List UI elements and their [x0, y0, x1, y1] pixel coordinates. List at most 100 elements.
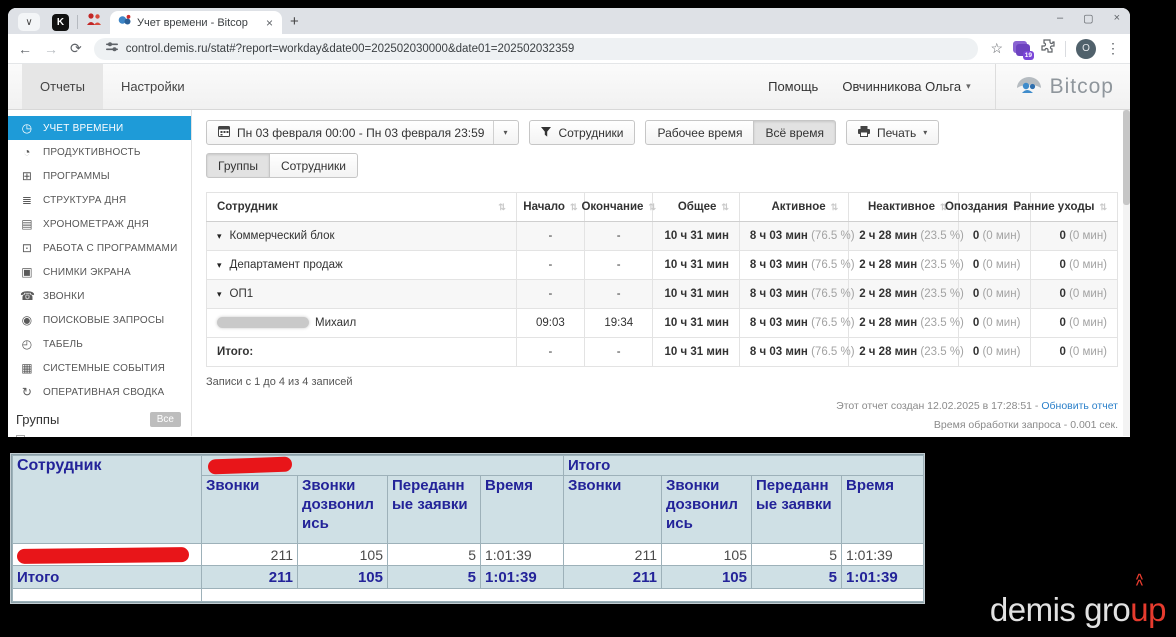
- cell-employee: ▾ Департамент продаж: [207, 251, 517, 280]
- sidebar-item-label: ТАБЕЛЬ: [43, 339, 83, 350]
- view-tab-employees[interactable]: Сотрудники: [269, 153, 358, 178]
- sidebar-item-app-usage[interactable]: ⊡ РАБОТА С ПРОГРАММАМИ: [8, 236, 191, 260]
- minimize-icon[interactable]: –: [1057, 12, 1063, 25]
- sidebar-item-calls[interactable]: ☎ ЗВОНКИ: [8, 284, 191, 308]
- new-tab-button[interactable]: +: [290, 13, 299, 30]
- col-start[interactable]: Начало⇅: [516, 193, 584, 222]
- extensions-puzzle-icon[interactable]: [1041, 39, 1055, 58]
- employees-filter-button[interactable]: Сотрудники: [529, 120, 635, 145]
- profile-avatar[interactable]: O: [1076, 39, 1096, 59]
- sidebar-item-day-timeline[interactable]: ▤ ХРОНОМЕТРАЖ ДНЯ: [8, 212, 191, 236]
- back-icon[interactable]: ←: [18, 41, 32, 57]
- sidebar-item-live-summary[interactable]: ↻ ОПЕРАТИВНАЯ СВОДКА: [8, 380, 191, 404]
- groups-all-button[interactable]: Все: [150, 412, 181, 427]
- cell-end: -: [585, 251, 653, 280]
- monitor-icon: ⊞: [20, 169, 34, 183]
- camera-icon: ▣: [20, 265, 34, 279]
- tab-close-icon[interactable]: ×: [263, 16, 276, 30]
- bookmark-star-icon[interactable]: ☆: [990, 40, 1003, 57]
- scrollbar-track[interactable]: [1123, 110, 1130, 436]
- nav-tab-reports[interactable]: Отчеты: [22, 64, 103, 109]
- cell-total: 10 ч 31 мин: [653, 251, 740, 280]
- cell-late: 0 (0 мин): [958, 280, 1031, 309]
- refresh-report-link[interactable]: Обновить отчет: [1041, 400, 1118, 412]
- reload-icon[interactable]: ⟳: [70, 40, 82, 57]
- help-link[interactable]: Помощь: [768, 79, 818, 94]
- nav-tab-settings[interactable]: Настройки: [103, 64, 203, 109]
- calendar-icon: ▦: [20, 361, 34, 375]
- url-text: control.demis.ru/stat#?report=workday&da…: [126, 43, 575, 55]
- sidebar-item-system-events[interactable]: ▦ СИСТЕМНЫЕ СОБЫТИЯ: [8, 356, 191, 380]
- checkbox-icon[interactable]: [16, 435, 25, 437]
- work-time-button[interactable]: Рабочее время: [645, 120, 754, 145]
- group-name[interactable]: ОП1: [230, 288, 254, 300]
- table-header-row: Сотрудник⇅ Начало⇅ Окончание⇅ Общее⇅ Акт…: [207, 193, 1118, 222]
- view-tab-groups[interactable]: Группы: [206, 153, 270, 178]
- collapse-caret-icon[interactable]: ▾: [217, 289, 222, 299]
- subcol-leads: Переданные заявки: [388, 476, 481, 544]
- group-name[interactable]: Коммерческий блок: [230, 230, 335, 242]
- subcol-answered: Звонки дозвонились: [298, 476, 388, 544]
- forward-icon[interactable]: →: [44, 41, 58, 57]
- print-button[interactable]: Печать ▾: [846, 120, 939, 145]
- col-early-leave[interactable]: Ранние уходы⇅: [1031, 193, 1118, 222]
- table-footer: Записи с 1 до 4 из 4 записей Этот отчет …: [206, 376, 1118, 435]
- browser-tab-active[interactable]: Учет времени - Bitcop ×: [110, 11, 282, 34]
- employee-name[interactable]: Михаил: [315, 317, 356, 329]
- tab-search-button[interactable]: ∨: [18, 13, 40, 31]
- address-bar[interactable]: control.demis.ru/stat#?report=workday&da…: [94, 38, 979, 60]
- all-time-button[interactable]: Всё время: [753, 120, 835, 145]
- user-name: Овчинникова Ольга: [842, 79, 961, 94]
- cell-value: 1:01:39: [481, 566, 564, 589]
- sidebar-item-label: ХРОНОМЕТРАЖ ДНЯ: [43, 219, 149, 230]
- refresh-icon: ↻: [20, 385, 34, 399]
- printer-icon: [858, 126, 870, 140]
- sidebar-item-label: УЧЕТ ВРЕМЕНИ: [43, 123, 123, 134]
- pinned-tab-red[interactable]: [84, 14, 104, 31]
- cell-end: -: [585, 280, 653, 309]
- col-employee[interactable]: Сотрудник⇅: [207, 193, 517, 222]
- bitcop-eye-icon: [1014, 73, 1044, 100]
- calls-col-employee: Сотрудник: [13, 456, 202, 544]
- date-range-label: Пн 03 февраля 00:00 - Пн 03 февраля 23:5…: [237, 126, 484, 140]
- cell-employee-redacted: [13, 544, 202, 566]
- logo-gray-text: demis gro: [990, 591, 1130, 628]
- cell-value: 5: [752, 544, 842, 566]
- sidebar-item-programs[interactable]: ⊞ ПРОГРАММЫ: [8, 164, 191, 188]
- sidebar-item-search-queries[interactable]: ◉ ПОИСКОВЫЕ ЗАПРОСЫ: [8, 308, 191, 332]
- screenshot-canvas: ∨ K Учет времени - Bitcop × + – ▢ ×: [0, 0, 1176, 637]
- collapse-caret-icon[interactable]: ▾: [217, 231, 222, 241]
- col-inactive[interactable]: Неактивное⇅: [849, 193, 958, 222]
- cell-inactive: 2 ч 28 мин (23.5 %): [849, 280, 958, 309]
- report-content: Пн 03 февраля 00:00 - Пн 03 февраля 23:5…: [192, 110, 1130, 436]
- col-total[interactable]: Общее⇅: [653, 193, 740, 222]
- sidebar-item-day-structure[interactable]: ≣ СТРУКТУРА ДНЯ: [8, 188, 191, 212]
- site-settings-icon[interactable]: [106, 40, 118, 58]
- date-range-button[interactable]: Пн 03 февраля 00:00 - Пн 03 февраля 23:5…: [206, 120, 519, 145]
- col-end[interactable]: Окончание⇅: [585, 193, 653, 222]
- extension-icon[interactable]: 19: [1013, 41, 1031, 57]
- sidebar-item-productivity[interactable]: ◔ ПРОДУКТИВНОСТЬ: [8, 140, 191, 164]
- clock-icon: ◴: [20, 337, 34, 351]
- group-name[interactable]: Департамент продаж: [230, 259, 343, 271]
- window-controls: – ▢ ×: [1057, 12, 1120, 25]
- sidebar-item-timesheet[interactable]: ◴ ТАБЕЛЬ: [8, 332, 191, 356]
- user-menu[interactable]: Овчинникова Ольга ▾: [842, 79, 970, 94]
- sidebar-item-time-tracking[interactable]: ◷ УЧЕТ ВРЕМЕНИ: [8, 116, 191, 140]
- pinned-tab-k[interactable]: K: [52, 14, 69, 31]
- cell-total: 10 ч 31 мин: [653, 338, 740, 367]
- date-dropdown[interactable]: ▾: [493, 121, 507, 144]
- sidebar-item-screenshots[interactable]: ▣ СНИМКИ ЭКРАНА: [8, 260, 191, 284]
- scrollbar-thumb[interactable]: [1123, 110, 1130, 205]
- browser-menu-icon[interactable]: ⋮: [1106, 40, 1120, 57]
- cell-active: 8 ч 03 мин (76.5 %): [739, 338, 848, 367]
- close-icon[interactable]: ×: [1114, 12, 1120, 25]
- cell-value: 211: [564, 566, 662, 589]
- collapse-caret-icon[interactable]: ▾: [217, 260, 222, 270]
- bitcop-wordmark: Bitcop: [1050, 75, 1114, 99]
- sort-icon: ⇅: [1099, 202, 1107, 213]
- chevron-down-icon: ▾: [966, 81, 971, 92]
- col-active[interactable]: Активное⇅: [739, 193, 848, 222]
- table-row-employee: Михаил 09:03 19:34 10 ч 31 мин 8 ч 03 ми…: [207, 309, 1118, 338]
- maximize-icon[interactable]: ▢: [1083, 12, 1093, 25]
